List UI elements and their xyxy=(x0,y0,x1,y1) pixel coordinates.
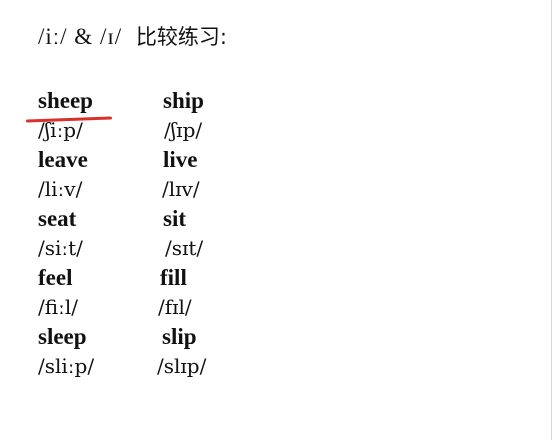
slide-title: /iː/ & /ɪ/ 比较练习: xyxy=(38,22,227,52)
pair-ship: ship /ʃɪp/ xyxy=(157,86,206,145)
pair-slip: slip /slɪp/ xyxy=(157,322,206,381)
ipa-long: /sliːp/ xyxy=(38,354,95,378)
word-short: fill xyxy=(160,265,187,290)
long-vowel-column: sheep /ʃiːp/ leave /liːv/ seat /siːt/ fe… xyxy=(38,86,94,381)
slide-canvas: /iː/ & /ɪ/ 比较练习: sheep /ʃiːp/ leave /liː… xyxy=(0,0,552,440)
word-long: sheep xyxy=(38,88,93,113)
pair-fill: fill /fɪl/ xyxy=(157,263,206,322)
word-long: seat xyxy=(38,206,77,231)
pair-live: live /lɪv/ xyxy=(157,145,206,204)
word-long: sleep xyxy=(38,324,87,349)
word-short: sit xyxy=(163,206,186,231)
word-short: ship xyxy=(163,88,204,113)
ipa-long: /fiːl/ xyxy=(38,295,78,319)
word-long: feel xyxy=(38,265,73,290)
short-vowel-column: ship /ʃɪp/ live /lɪv/ sit /sɪt/ fill /fɪ… xyxy=(157,86,206,381)
ipa-short: /sɪt/ xyxy=(165,236,204,260)
word-short: slip xyxy=(162,324,197,349)
pair-sleep: sleep /sliːp/ xyxy=(38,322,94,381)
ipa-short: /lɪv/ xyxy=(162,177,200,201)
ipa-long: /liːv/ xyxy=(38,177,83,201)
word-short: live xyxy=(163,147,198,172)
ipa-short: /ʃɪp/ xyxy=(164,118,203,142)
title-phonetics: /iː/ & /ɪ/ xyxy=(38,24,123,49)
word-long: leave xyxy=(38,147,88,172)
ipa-long: /siːt/ xyxy=(38,236,83,260)
pair-feel: feel /fiːl/ xyxy=(38,263,94,322)
pair-leave: leave /liːv/ xyxy=(38,145,94,204)
pair-seat: seat /siːt/ xyxy=(38,204,94,263)
title-chinese: 比较练习: xyxy=(135,25,227,49)
pair-sheep: sheep /ʃiːp/ xyxy=(38,86,94,145)
pair-sit: sit /sɪt/ xyxy=(157,204,206,263)
ipa-short: /fɪl/ xyxy=(158,295,192,319)
ipa-short: /slɪp/ xyxy=(157,354,207,378)
